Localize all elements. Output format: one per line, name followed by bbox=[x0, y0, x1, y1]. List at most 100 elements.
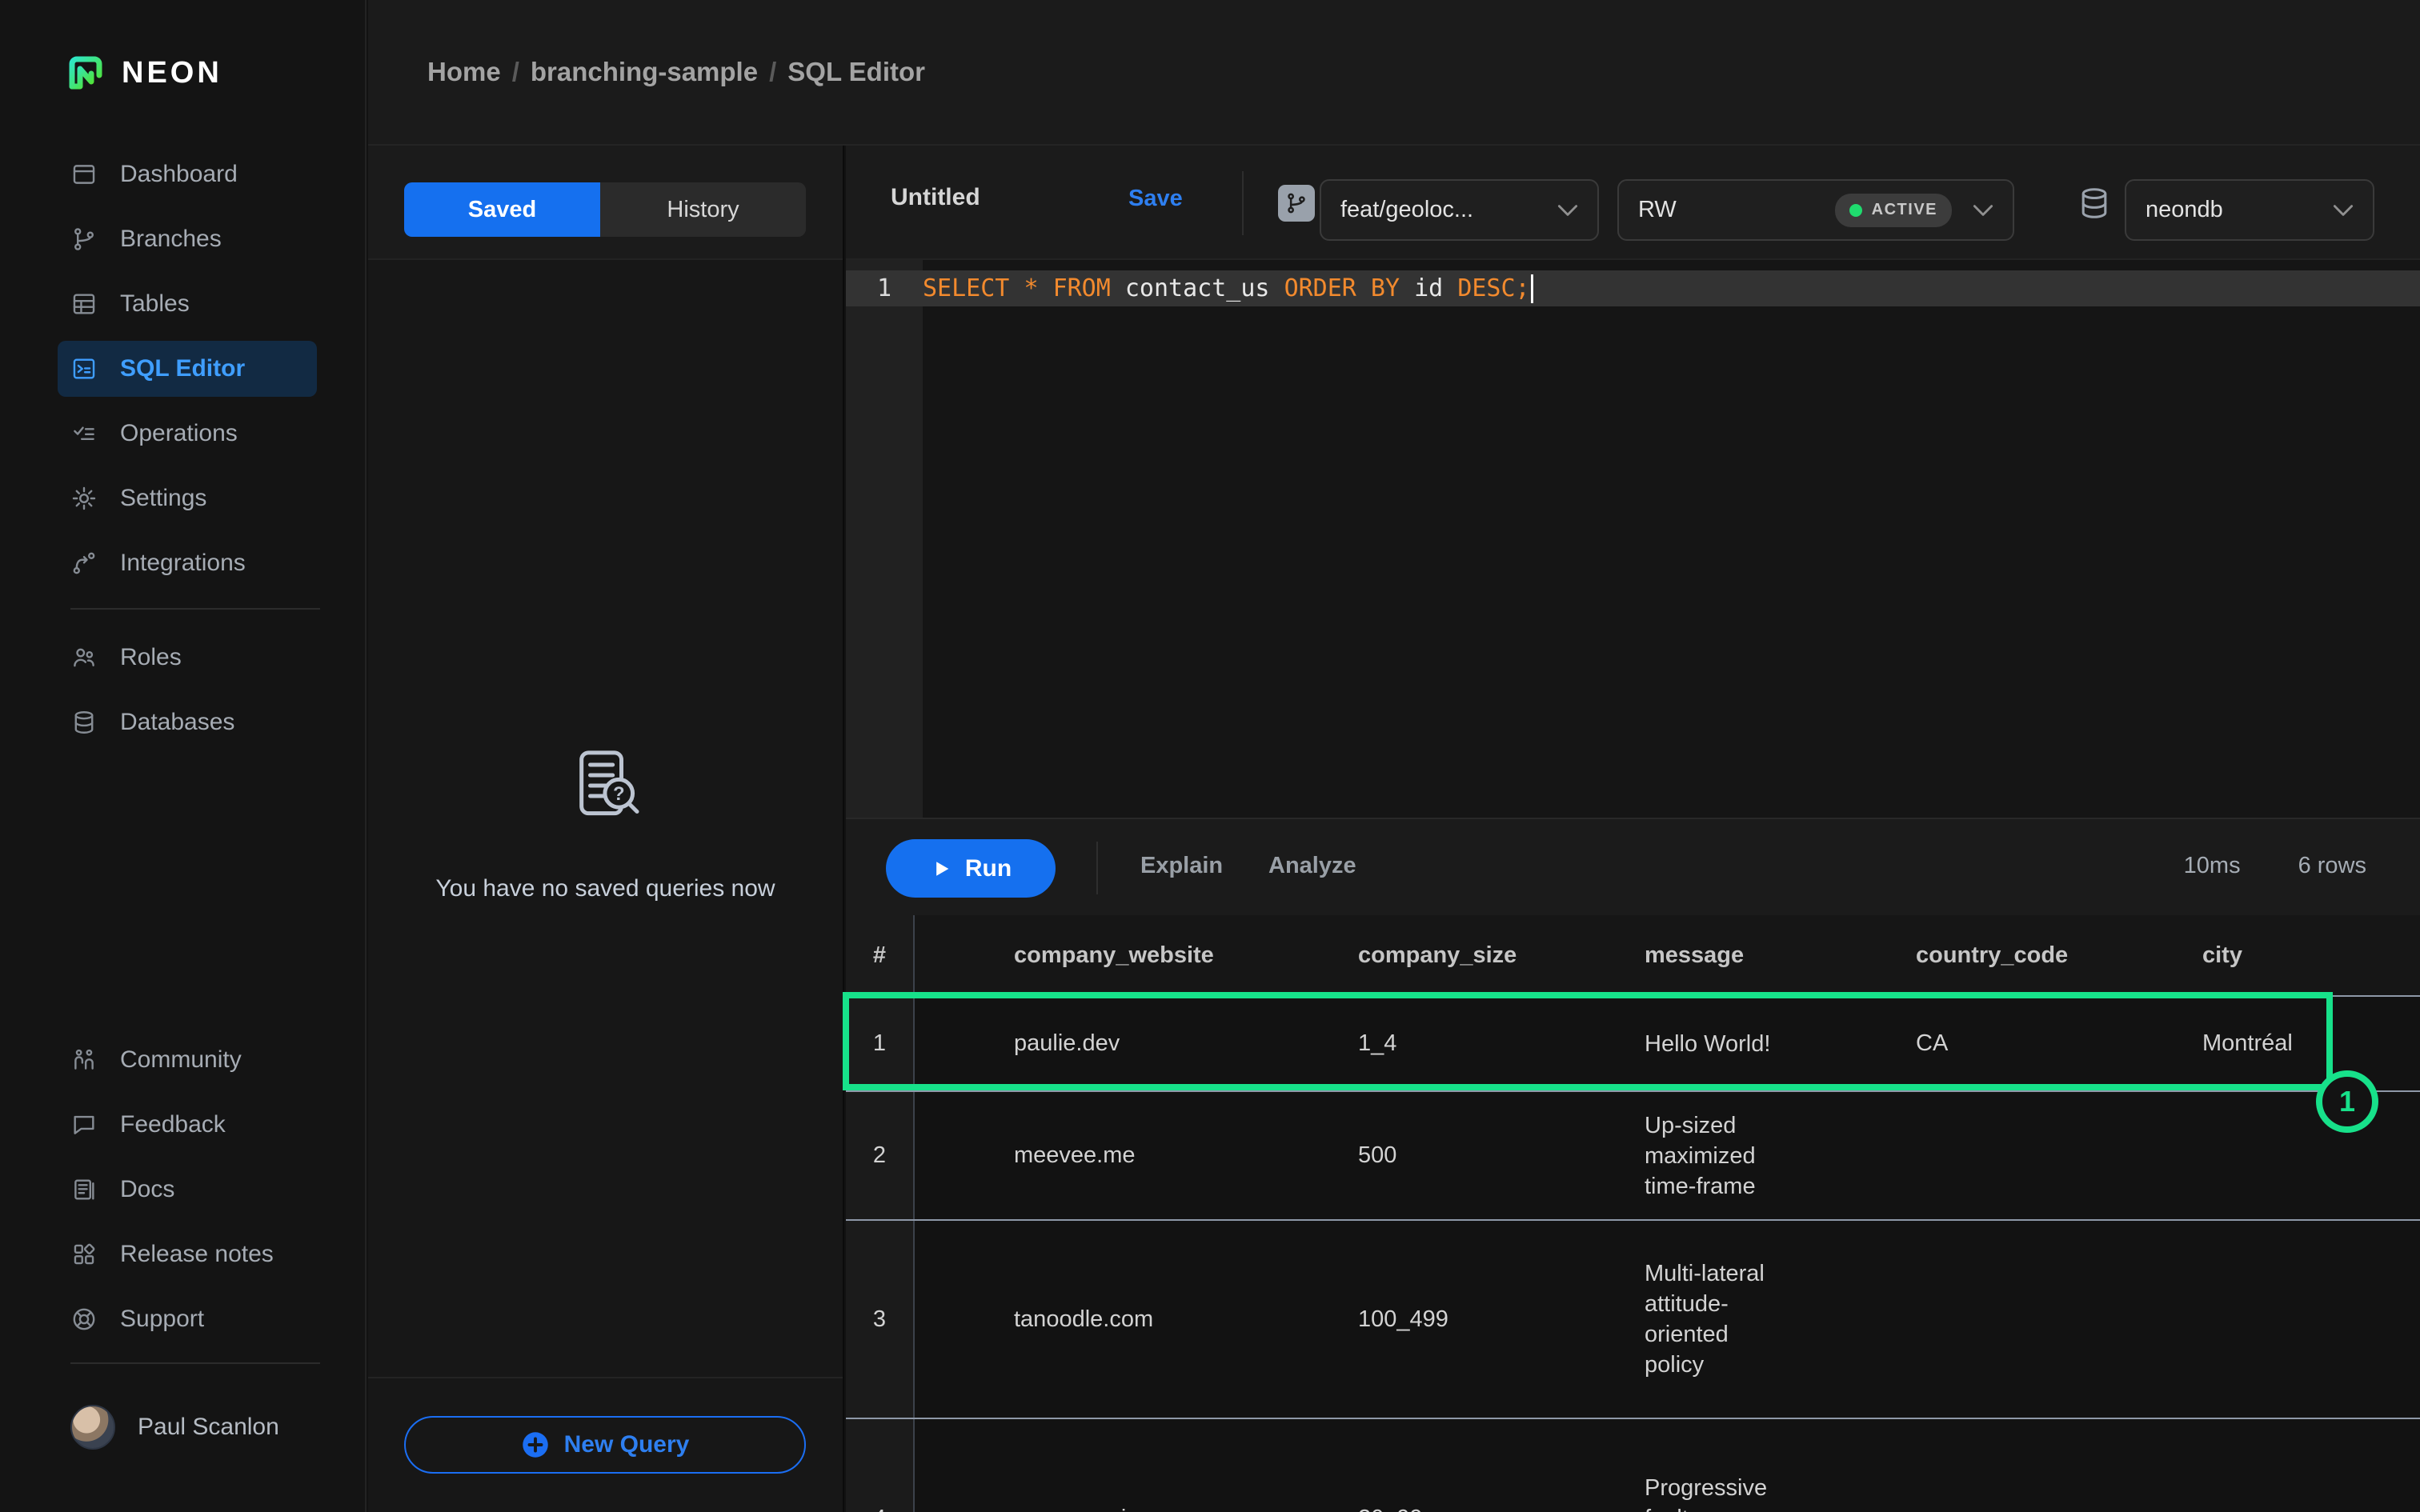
compute-select-value: RW bbox=[1638, 197, 1677, 223]
results-toolbar: Run Explain Analyze 10ms 6 rows bbox=[846, 818, 2420, 915]
cell-country-code: CA bbox=[1866, 997, 2114, 1090]
line-number-gutter bbox=[846, 260, 923, 818]
empty-state-message: You have no saved queries now bbox=[435, 875, 775, 902]
explain-button[interactable]: Explain bbox=[1140, 853, 1223, 879]
roles-users-icon bbox=[70, 644, 98, 671]
query-title[interactable]: Untitled bbox=[891, 184, 980, 211]
column-header-country-code: country_code bbox=[1866, 915, 2114, 995]
editor-toolbar: Untitled Save feat/geoloc... RW ACTIVE n… bbox=[846, 146, 2420, 260]
column-header-num: # bbox=[846, 915, 915, 995]
table-row[interactable]: 2 meevee.me 500 Up-sized maximized time-… bbox=[846, 1090, 2420, 1219]
tab-saved[interactable]: Saved bbox=[404, 182, 600, 237]
sidebar-item-databases[interactable]: Databases bbox=[58, 694, 317, 750]
sidebar-item-docs[interactable]: Docs bbox=[58, 1162, 317, 1218]
table-row[interactable]: 1 paulie.dev 1_4 Hello World! CA Montréa… bbox=[846, 995, 2420, 1090]
sidebar-item-label: Roles bbox=[120, 644, 182, 671]
new-query-button[interactable]: New Query bbox=[404, 1416, 806, 1474]
avatar bbox=[70, 1405, 115, 1450]
sidebar-item-dashboard[interactable]: Dashboard bbox=[58, 146, 317, 202]
breadcrumb-separator: / bbox=[769, 57, 776, 87]
compute-select[interactable]: RW ACTIVE bbox=[1617, 179, 2014, 241]
code-editor[interactable]: 1 SELECT * FROM contact_us ORDER BY id D… bbox=[846, 260, 2420, 818]
sidebar-item-sql-editor[interactable]: SQL Editor bbox=[58, 341, 317, 397]
neon-logo[interactable]: NEON bbox=[66, 53, 222, 93]
save-query-link[interactable]: Save bbox=[1128, 186, 1183, 212]
sidebar-item-tables[interactable]: Tables bbox=[58, 276, 317, 332]
saved-panel-toolbar: Saved History bbox=[368, 146, 843, 260]
new-query-label: New Query bbox=[564, 1431, 690, 1458]
cell-company-size: 1_4 bbox=[1298, 997, 1586, 1090]
dashboard-icon bbox=[70, 161, 98, 188]
sidebar-divider bbox=[70, 1362, 320, 1364]
sidebar-item-release-notes[interactable]: Release notes bbox=[58, 1226, 317, 1282]
breadcrumb-current-page: SQL Editor bbox=[787, 57, 925, 87]
sidebar-item-settings[interactable]: Settings bbox=[58, 470, 317, 526]
table-header-row: # company_website company_size message c… bbox=[846, 915, 2420, 995]
analyze-button[interactable]: Analyze bbox=[1268, 853, 1356, 879]
user-menu[interactable]: Paul Scanlon bbox=[70, 1405, 279, 1450]
breadcrumb-project[interactable]: branching-sample bbox=[531, 57, 758, 87]
sidebar-item-roles[interactable]: Roles bbox=[58, 630, 317, 686]
cell-message: Progressive fault-tolerant bbox=[1586, 1419, 1866, 1512]
chevron-down-icon bbox=[1557, 204, 1578, 217]
chevron-down-icon bbox=[1973, 204, 1993, 217]
compute-status-badge: ACTIVE bbox=[1835, 194, 1952, 227]
cell-city bbox=[2114, 1419, 2420, 1512]
sidebar-item-feedback[interactable]: Feedback bbox=[58, 1097, 317, 1153]
empty-state: ? You have no saved queries now bbox=[368, 744, 843, 902]
cell-company-website: tanoodle.com bbox=[915, 1221, 1298, 1418]
sidebar-item-label: Docs bbox=[120, 1176, 174, 1203]
svg-text:?: ? bbox=[612, 783, 624, 805]
text-cursor bbox=[1531, 274, 1533, 303]
row-number: 1 bbox=[846, 997, 915, 1090]
sidebar-item-operations[interactable]: Operations bbox=[58, 406, 317, 462]
breadcrumb-separator: / bbox=[512, 57, 519, 87]
sidebar-item-support[interactable]: Support bbox=[58, 1291, 317, 1347]
cell-company-size: 100_499 bbox=[1298, 1221, 1586, 1418]
sidebar-item-label: Operations bbox=[120, 420, 238, 447]
sidebar-item-label: Community bbox=[120, 1046, 242, 1074]
sidebar-item-community[interactable]: Community bbox=[58, 1032, 317, 1088]
plus-circle-icon bbox=[521, 1430, 550, 1459]
database-cylinder-icon bbox=[2076, 183, 2113, 223]
query-duration: 10ms bbox=[2184, 853, 2241, 879]
neon-logo-icon bbox=[66, 53, 106, 93]
cell-city bbox=[2114, 1221, 2420, 1418]
cell-company-size: 20_99 bbox=[1298, 1419, 1586, 1512]
run-button[interactable]: Run bbox=[886, 839, 1056, 898]
cell-company-website: paulie.dev bbox=[915, 997, 1298, 1090]
branch-select[interactable]: feat/geoloc... bbox=[1320, 179, 1599, 241]
toolbar-divider bbox=[1096, 842, 1098, 894]
column-header-company-website: company_website bbox=[915, 915, 1298, 995]
branch-chip-button[interactable] bbox=[1278, 185, 1315, 222]
sidebar-item-label: SQL Editor bbox=[120, 355, 245, 382]
sidebar-item-label: Tables bbox=[120, 290, 190, 318]
sidebar-item-branches[interactable]: Branches bbox=[58, 211, 317, 267]
cell-country-code bbox=[1866, 1221, 2114, 1418]
cell-company-website: youspan.ai bbox=[915, 1419, 1298, 1512]
table-row[interactable]: 4 youspan.ai 20_99 Progressive fault-tol… bbox=[846, 1418, 2420, 1512]
cell-country-code bbox=[1866, 1092, 2114, 1219]
brand-name: NEON bbox=[122, 56, 222, 90]
sidebar-item-label: Settings bbox=[120, 485, 206, 512]
sql-code: SELECT * FROM contact_us ORDER BY id DES… bbox=[923, 274, 1530, 302]
operations-icon bbox=[70, 420, 98, 447]
tables-icon bbox=[70, 290, 98, 318]
sidebar-divider bbox=[70, 608, 320, 610]
active-status-dot-icon bbox=[1849, 204, 1862, 217]
cell-company-size: 500 bbox=[1298, 1092, 1586, 1219]
community-icon bbox=[70, 1046, 98, 1074]
tab-history[interactable]: History bbox=[600, 182, 806, 237]
cell-city: Montréal bbox=[2114, 997, 2420, 1090]
play-icon bbox=[930, 858, 952, 880]
sidebar: NEON Dashboard Branches Tables SQL Edito… bbox=[0, 0, 367, 1512]
compute-status-label: ACTIVE bbox=[1872, 201, 1937, 219]
branch-select-value: feat/geoloc... bbox=[1340, 197, 1473, 223]
saved-queries-panel: Saved History ? You have no saved querie… bbox=[368, 146, 844, 1512]
database-select[interactable]: neondb bbox=[2125, 179, 2374, 241]
sidebar-item-integrations[interactable]: Integrations bbox=[58, 535, 317, 591]
table-row[interactable]: 3 tanoodle.com 100_499 Multi-lateral att… bbox=[846, 1219, 2420, 1418]
query-stats: 10ms 6 rows bbox=[2184, 853, 2366, 879]
breadcrumb-home[interactable]: Home bbox=[427, 57, 501, 87]
sidebar-item-label: Feedback bbox=[120, 1111, 226, 1138]
